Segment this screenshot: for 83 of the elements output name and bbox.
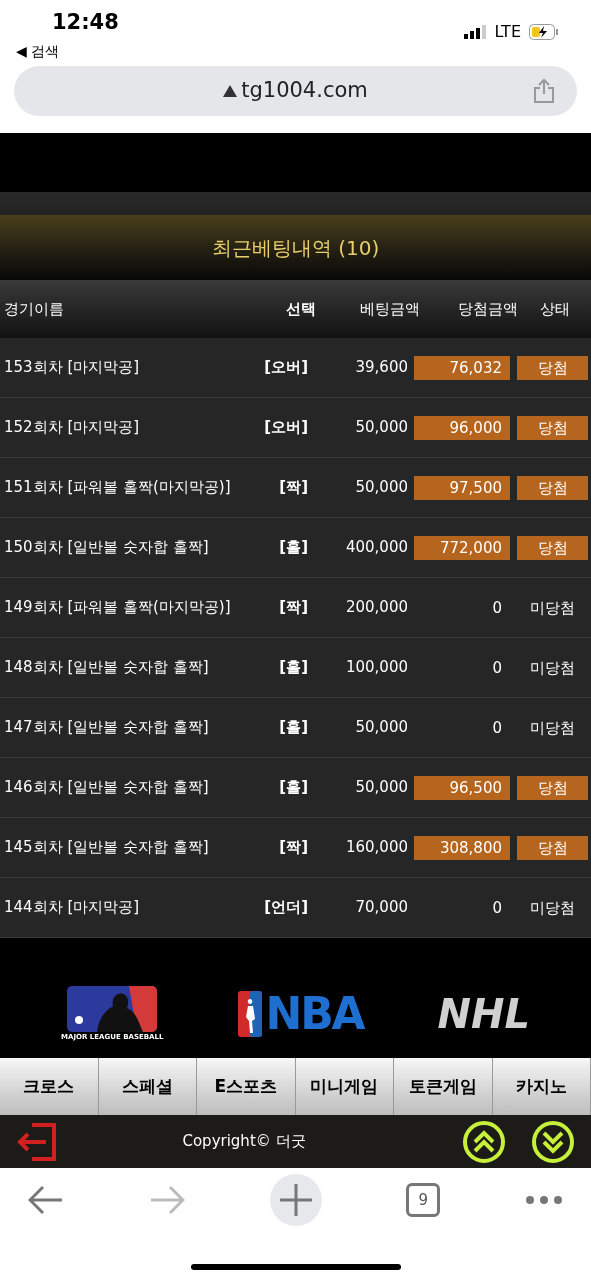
table-cell-text: 148회차 [일반볼 숫자합 홀짝] [3,657,210,679]
table-cell: 당첨 [517,415,588,440]
table-cell-text: 153회차 [마지막공] [3,357,141,379]
column-header: 상태 [538,298,571,320]
table-cell-text: 151회차 [파워볼 홀짝(마지막공)] [3,477,232,499]
nav-tab[interactable]: 토큰게임 [394,1058,493,1115]
battery-charging-icon [529,24,559,40]
basketball-player-logo-icon [237,991,262,1037]
baseball-logo-icon [67,985,158,1032]
nav-tab[interactable]: E스포츠 [197,1058,296,1115]
nav-tab[interactable]: 스페셜 [98,1058,197,1115]
new-tab-icon[interactable] [269,1174,322,1226]
table-cell-text: 미당첨 [529,897,576,919]
table-cell-text: 0 [491,657,503,679]
table-cell-text: 미당첨 [529,657,576,679]
network-label: LTE [494,21,521,43]
table-cell: 당첨 [517,775,588,800]
table-cell-text: [오버] [263,357,308,379]
table-cell-text: 0 [491,717,503,739]
table-cell-text: 152회차 [마지막공] [3,417,141,439]
table-cell-text: 100,000 [344,657,409,679]
logout-icon[interactable] [16,1120,58,1163]
status-time: 12:48 [52,12,119,33]
table-cell-text: 0 [491,897,503,919]
table-cell-text: 70,000 [354,897,409,919]
warning-icon [223,85,238,97]
tabs-button[interactable]: 9 [406,1183,441,1217]
table-cell: 96,500 [414,775,510,800]
table-cell: 당첨 [517,475,588,500]
nav-tab[interactable]: 카지노 [492,1058,591,1115]
url-text: tg1004.com [241,77,368,105]
nav-tab[interactable]: 크로스 [0,1058,99,1115]
table-cell: 97,500 [414,475,510,500]
scroll-down-icon[interactable] [531,1119,575,1164]
table-cell-text: 150회차 [일반볼 숫자합 홀짝] [3,537,210,559]
table-cell-text: [언더] [263,897,308,919]
table-cell: 96,000 [414,415,510,440]
table-cell-text: [짝] [278,837,308,859]
table-cell-text: 미당첨 [529,717,576,739]
table-cell-text: [홀] [278,537,308,559]
column-header: 선택 [285,298,316,320]
table-cell-text: 144회차 [마지막공] [3,897,141,919]
column-header: 경기이름 [3,298,65,320]
table-cell-text: 149회차 [파워볼 홀짝(마지막공)] [3,597,232,619]
signal-icon [464,25,487,39]
back-arrow-icon[interactable] [28,1185,64,1215]
scroll-up-icon[interactable] [462,1119,506,1164]
table-cell-text: 50,000 [354,777,409,799]
logo-text: NBA [265,992,364,1036]
table-cell-text: 미당첨 [529,597,576,619]
table-cell: 308,800 [414,835,510,860]
table-cell-text: 0 [491,597,503,619]
table-cell-text: 147회차 [일반볼 숫자합 홀짝] [3,717,210,739]
column-header: 베팅금액 [359,298,420,320]
back-to-search-link[interactable]: ◀ 검색 [16,41,119,62]
section-title: 최근베팅내역 (10) [211,234,380,262]
table-cell-text: 145회차 [일반볼 숫자합 홀짝] [3,837,210,859]
address-bar[interactable]: tg1004.com [14,66,577,116]
table-cell-text: [홀] [278,657,308,679]
table-cell: 당첨 [517,835,588,860]
share-icon[interactable] [533,78,555,104]
table-cell-text: 160,000 [344,837,409,859]
logo-text: NHL [437,994,530,1034]
table-cell-text: [오버] [263,417,308,439]
table-cell-text: 50,000 [354,417,409,439]
table-cell: 76,032 [414,355,510,380]
table-cell: 당첨 [517,355,588,380]
column-header: 당첨금액 [457,298,518,320]
nav-tab[interactable]: 미니게임 [295,1058,394,1115]
table-cell-text: 400,000 [344,537,409,559]
copyright-text: Copyright© 더굿 [181,1131,307,1153]
table-cell-text: 146회차 [일반볼 숫자합 홀짝] [3,777,210,799]
table-cell-text: [짝] [278,597,308,619]
table-cell-text: [홀] [278,717,308,739]
table-cell: 당첨 [517,535,588,560]
more-icon[interactable] [525,1195,563,1205]
table-cell-text: [홀] [278,777,308,799]
table-cell-text: 50,000 [354,717,409,739]
table-cell-text: [짝] [278,477,308,499]
table-cell-text: 200,000 [344,597,409,619]
table-cell-text: 50,000 [354,477,409,499]
table-cell-text: 39,600 [354,357,409,379]
table-cell: 772,000 [414,535,510,560]
